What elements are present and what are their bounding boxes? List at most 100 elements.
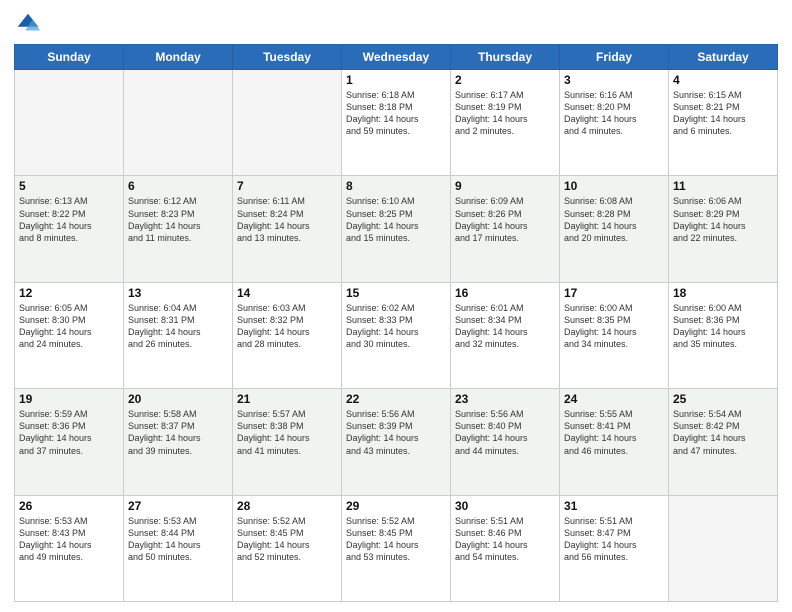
day-info: Sunrise: 6:09 AM Sunset: 8:26 PM Dayligh… [455, 195, 555, 244]
day-number: 26 [19, 499, 119, 513]
day-number: 20 [128, 392, 228, 406]
calendar-week-row: 19 Sunrise: 5:59 AM Sunset: 8:36 PM Dayli… [15, 389, 778, 495]
day-info: Sunrise: 5:51 AM Sunset: 8:47 PM Dayligh… [564, 515, 664, 564]
calendar-cell: 27 Sunrise: 5:53 AM Sunset: 8:44 PM Dayli… [124, 495, 233, 601]
day-info: Sunrise: 5:52 AM Sunset: 8:45 PM Dayligh… [237, 515, 337, 564]
day-info: Sunrise: 5:53 AM Sunset: 8:43 PM Dayligh… [19, 515, 119, 564]
day-info: Sunrise: 5:51 AM Sunset: 8:46 PM Dayligh… [455, 515, 555, 564]
page: SundayMondayTuesdayWednesdayThursdayFrid… [0, 0, 792, 612]
calendar-cell: 20 Sunrise: 5:58 AM Sunset: 8:37 PM Dayli… [124, 389, 233, 495]
day-number: 16 [455, 286, 555, 300]
calendar-cell: 7 Sunrise: 6:11 AM Sunset: 8:24 PM Daylig… [233, 176, 342, 282]
day-number: 5 [19, 179, 119, 193]
day-number: 4 [673, 73, 773, 87]
day-info: Sunrise: 5:59 AM Sunset: 8:36 PM Dayligh… [19, 408, 119, 457]
day-info: Sunrise: 6:03 AM Sunset: 8:32 PM Dayligh… [237, 302, 337, 351]
day-info: Sunrise: 6:12 AM Sunset: 8:23 PM Dayligh… [128, 195, 228, 244]
day-number: 14 [237, 286, 337, 300]
day-number: 12 [19, 286, 119, 300]
day-number: 1 [346, 73, 446, 87]
calendar-cell: 4 Sunrise: 6:15 AM Sunset: 8:21 PM Daylig… [669, 70, 778, 176]
day-number: 13 [128, 286, 228, 300]
day-header-friday: Friday [560, 45, 669, 70]
day-info: Sunrise: 6:18 AM Sunset: 8:18 PM Dayligh… [346, 89, 446, 138]
day-number: 9 [455, 179, 555, 193]
calendar-cell: 11 Sunrise: 6:06 AM Sunset: 8:29 PM Dayli… [669, 176, 778, 282]
calendar-week-row: 5Sunrise: 6:13 AM Sunset: 8:22 PM Daylig… [15, 176, 778, 282]
day-info: Sunrise: 6:16 AM Sunset: 8:20 PM Dayligh… [564, 89, 664, 138]
day-number: 28 [237, 499, 337, 513]
header [14, 10, 778, 38]
logo [14, 10, 46, 38]
day-number: 19 [19, 392, 119, 406]
day-number: 24 [564, 392, 664, 406]
calendar-cell: 2Sunrise: 6:17 AM Sunset: 8:19 PM Daylig… [451, 70, 560, 176]
day-info: Sunrise: 6:11 AM Sunset: 8:24 PM Dayligh… [237, 195, 337, 244]
calendar-cell: 26 Sunrise: 5:53 AM Sunset: 8:43 PM Dayli… [15, 495, 124, 601]
day-info: Sunrise: 5:56 AM Sunset: 8:40 PM Dayligh… [455, 408, 555, 457]
calendar-cell [233, 70, 342, 176]
day-number: 10 [564, 179, 664, 193]
day-number: 22 [346, 392, 446, 406]
calendar-header-row: SundayMondayTuesdayWednesdayThursdayFrid… [15, 45, 778, 70]
calendar-cell [15, 70, 124, 176]
day-info: Sunrise: 5:53 AM Sunset: 8:44 PM Dayligh… [128, 515, 228, 564]
calendar-cell: 19 Sunrise: 5:59 AM Sunset: 8:36 PM Dayli… [15, 389, 124, 495]
day-number: 21 [237, 392, 337, 406]
day-info: Sunrise: 5:58 AM Sunset: 8:37 PM Dayligh… [128, 408, 228, 457]
day-info: Sunrise: 6:08 AM Sunset: 8:28 PM Dayligh… [564, 195, 664, 244]
day-header-monday: Monday [124, 45, 233, 70]
day-header-sunday: Sunday [15, 45, 124, 70]
day-number: 8 [346, 179, 446, 193]
calendar-cell: 9 Sunrise: 6:09 AM Sunset: 8:26 PM Daylig… [451, 176, 560, 282]
day-info: Sunrise: 6:05 AM Sunset: 8:30 PM Dayligh… [19, 302, 119, 351]
calendar-cell: 25 Sunrise: 5:54 AM Sunset: 8:42 PM Dayli… [669, 389, 778, 495]
logo-icon [14, 10, 42, 38]
calendar-week-row: 12 Sunrise: 6:05 AM Sunset: 8:30 PM Dayli… [15, 282, 778, 388]
day-header-saturday: Saturday [669, 45, 778, 70]
calendar-cell: 17 Sunrise: 6:00 AM Sunset: 8:35 PM Dayli… [560, 282, 669, 388]
day-number: 15 [346, 286, 446, 300]
day-number: 31 [564, 499, 664, 513]
day-number: 7 [237, 179, 337, 193]
day-info: Sunrise: 6:15 AM Sunset: 8:21 PM Dayligh… [673, 89, 773, 138]
day-info: Sunrise: 5:52 AM Sunset: 8:45 PM Dayligh… [346, 515, 446, 564]
day-info: Sunrise: 6:10 AM Sunset: 8:25 PM Dayligh… [346, 195, 446, 244]
day-info: Sunrise: 6:02 AM Sunset: 8:33 PM Dayligh… [346, 302, 446, 351]
day-number: 11 [673, 179, 773, 193]
day-info: Sunrise: 6:00 AM Sunset: 8:35 PM Dayligh… [564, 302, 664, 351]
day-info: Sunrise: 5:54 AM Sunset: 8:42 PM Dayligh… [673, 408, 773, 457]
calendar-cell: 29Sunrise: 5:52 AM Sunset: 8:45 PM Dayli… [342, 495, 451, 601]
day-info: Sunrise: 6:06 AM Sunset: 8:29 PM Dayligh… [673, 195, 773, 244]
day-header-wednesday: Wednesday [342, 45, 451, 70]
calendar-cell: 6 Sunrise: 6:12 AM Sunset: 8:23 PM Daylig… [124, 176, 233, 282]
calendar-cell: 28 Sunrise: 5:52 AM Sunset: 8:45 PM Dayli… [233, 495, 342, 601]
calendar-cell: 31 Sunrise: 5:51 AM Sunset: 8:47 PM Dayli… [560, 495, 669, 601]
calendar-cell: 12 Sunrise: 6:05 AM Sunset: 8:30 PM Dayli… [15, 282, 124, 388]
day-number: 27 [128, 499, 228, 513]
calendar-cell: 10 Sunrise: 6:08 AM Sunset: 8:28 PM Dayli… [560, 176, 669, 282]
calendar-cell: 22Sunrise: 5:56 AM Sunset: 8:39 PM Dayli… [342, 389, 451, 495]
calendar-cell: 24Sunrise: 5:55 AM Sunset: 8:41 PM Dayli… [560, 389, 669, 495]
day-header-thursday: Thursday [451, 45, 560, 70]
calendar-cell: 8 Sunrise: 6:10 AM Sunset: 8:25 PM Daylig… [342, 176, 451, 282]
day-number: 2 [455, 73, 555, 87]
day-info: Sunrise: 6:04 AM Sunset: 8:31 PM Dayligh… [128, 302, 228, 351]
calendar-cell: 13 Sunrise: 6:04 AM Sunset: 8:31 PM Dayli… [124, 282, 233, 388]
calendar-cell: 30 Sunrise: 5:51 AM Sunset: 8:46 PM Dayli… [451, 495, 560, 601]
day-number: 3 [564, 73, 664, 87]
calendar-cell: 21Sunrise: 5:57 AM Sunset: 8:38 PM Dayli… [233, 389, 342, 495]
calendar-cell: 16 Sunrise: 6:01 AM Sunset: 8:34 PM Dayli… [451, 282, 560, 388]
day-number: 25 [673, 392, 773, 406]
calendar-cell: 5Sunrise: 6:13 AM Sunset: 8:22 PM Daylig… [15, 176, 124, 282]
calendar-cell: 3 Sunrise: 6:16 AM Sunset: 8:20 PM Daylig… [560, 70, 669, 176]
day-info: Sunrise: 6:01 AM Sunset: 8:34 PM Dayligh… [455, 302, 555, 351]
day-number: 30 [455, 499, 555, 513]
day-number: 6 [128, 179, 228, 193]
calendar: SundayMondayTuesdayWednesdayThursdayFrid… [14, 44, 778, 602]
calendar-cell: 1 Sunrise: 6:18 AM Sunset: 8:18 PM Daylig… [342, 70, 451, 176]
calendar-week-row: 1 Sunrise: 6:18 AM Sunset: 8:18 PM Daylig… [15, 70, 778, 176]
day-number: 17 [564, 286, 664, 300]
day-info: Sunrise: 6:00 AM Sunset: 8:36 PM Dayligh… [673, 302, 773, 351]
calendar-cell [669, 495, 778, 601]
